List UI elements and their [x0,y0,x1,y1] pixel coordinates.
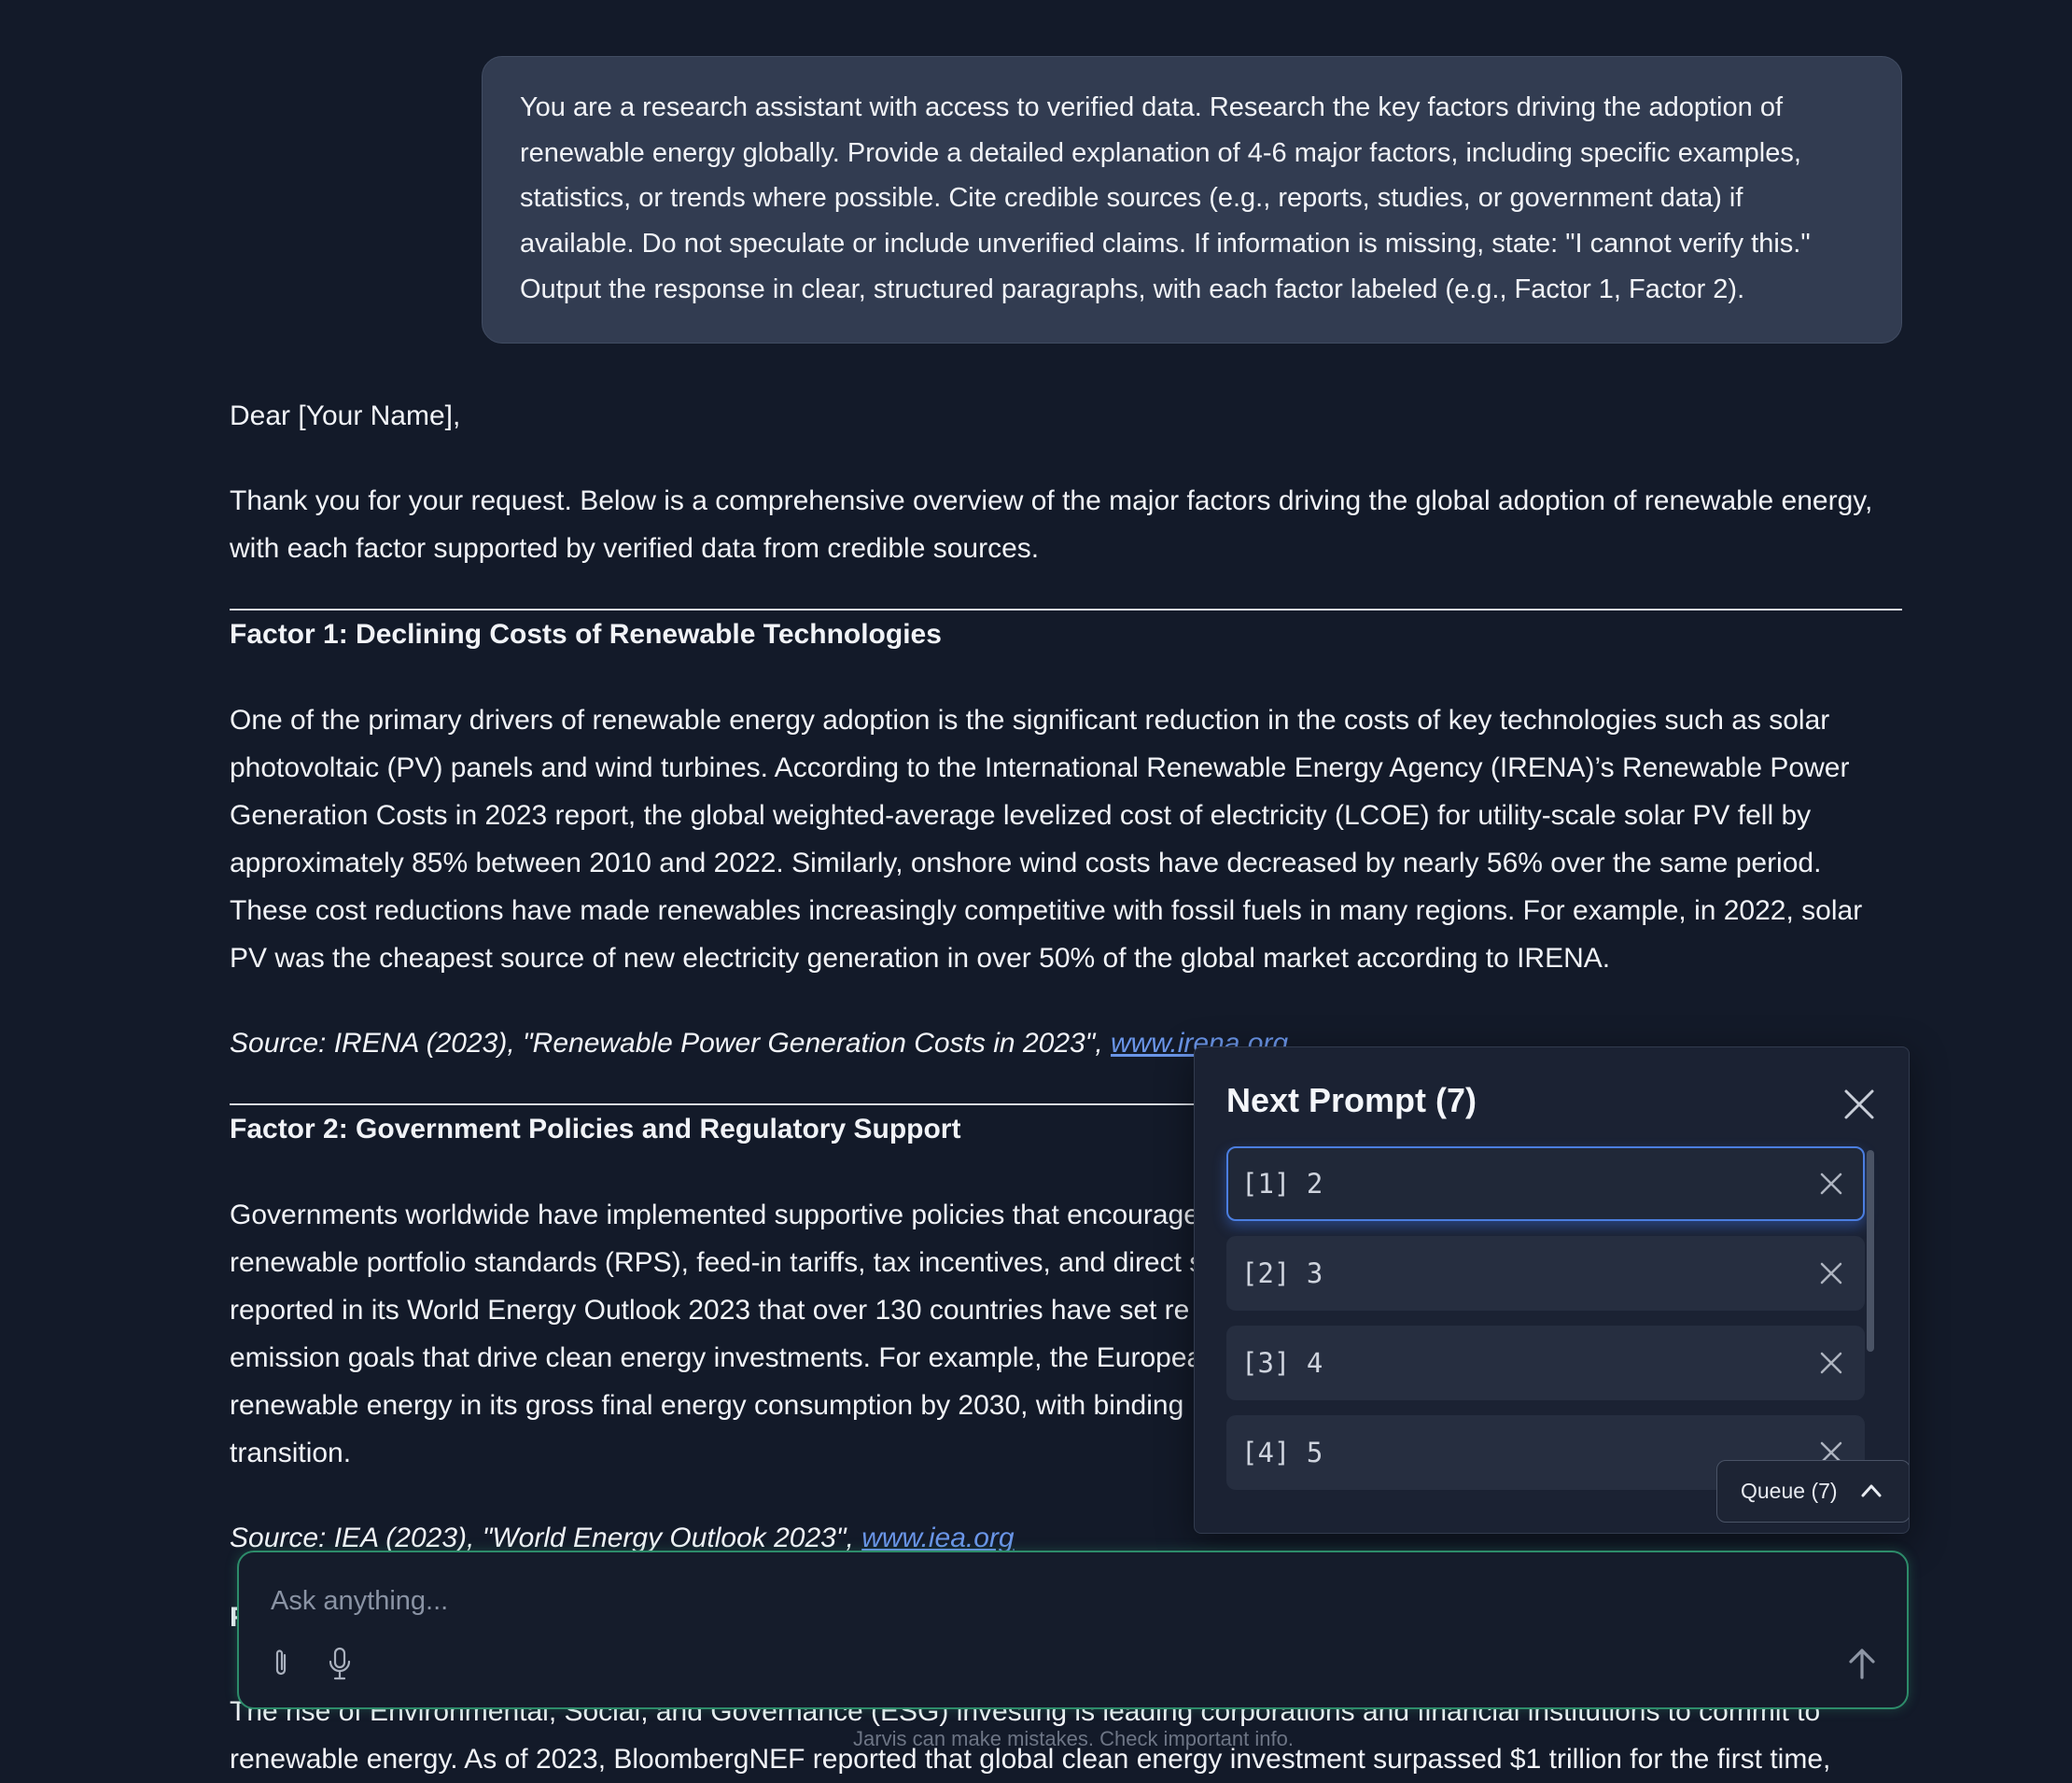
user-message-bubble: You are a research assistant with access… [482,56,1902,344]
queue-toggle-button[interactable]: Queue (7) [1716,1460,1909,1523]
factor-1-title: Factor 1: Declining Costs of Renewable T… [230,619,942,650]
response-intro: Thank you for your request. Below is a c… [230,485,1873,564]
factor-1-source-text: Source: IRENA (2023), "Renewable Power G… [230,1028,1112,1059]
chat-page: You are a research assistant with access… [0,0,2072,1783]
next-prompt-panel: Next Prompt (7) [1] 2 [2] 3 [3] 4 [4] 5 … [1194,1046,1910,1534]
factor-2-source-text: Source: IEA (2023), "World Energy Outloo… [230,1523,862,1553]
queue-item[interactable]: [1] 2 [1226,1146,1865,1221]
factor-2-title: Factor 2: Government Policies and Regula… [230,1114,961,1144]
attach-icon[interactable] [269,1648,293,1679]
next-prompt-list: [1] 2 [2] 3 [3] 4 [4] 5 [1226,1146,1865,1505]
next-prompt-title: Next Prompt (7) [1226,1081,1477,1119]
factor-2-source-link[interactable]: www.iea.org [861,1523,1014,1553]
remove-icon[interactable] [1818,1350,1844,1376]
response-greeting: Dear [Your Name], [230,400,461,431]
factor-1-body: One of the primary drivers of renewable … [230,705,1863,974]
user-message-text: You are a research assistant with access… [520,92,1811,304]
factor-1-source: Source: IRENA (2023), "Renewable Power G… [230,1025,1288,1062]
close-icon[interactable] [1841,1086,1878,1123]
queue-item-label: [1] 2 [1241,1168,1323,1200]
section-divider [230,609,1902,611]
microphone-icon[interactable] [327,1646,353,1681]
scrollbar[interactable] [1867,1150,1874,1352]
disclaimer-text: Jarvis can make mistakes. Check importan… [853,1727,1294,1750]
queue-item[interactable]: [3] 4 [1226,1326,1865,1400]
queue-item-label: [4] 5 [1241,1437,1323,1468]
queue-item-label: [2] 3 [1241,1257,1323,1289]
queue-item-label: [3] 4 [1241,1347,1323,1379]
send-arrow-icon[interactable] [1845,1646,1879,1681]
chevron-up-icon [1861,1484,1882,1497]
queue-item[interactable]: [2] 3 [1226,1236,1865,1311]
composer [237,1551,1909,1709]
chat-input[interactable] [269,1582,1669,1620]
remove-icon[interactable] [1818,1260,1844,1286]
remove-icon[interactable] [1818,1171,1844,1197]
queue-button-label: Queue (7) [1741,1479,1838,1503]
